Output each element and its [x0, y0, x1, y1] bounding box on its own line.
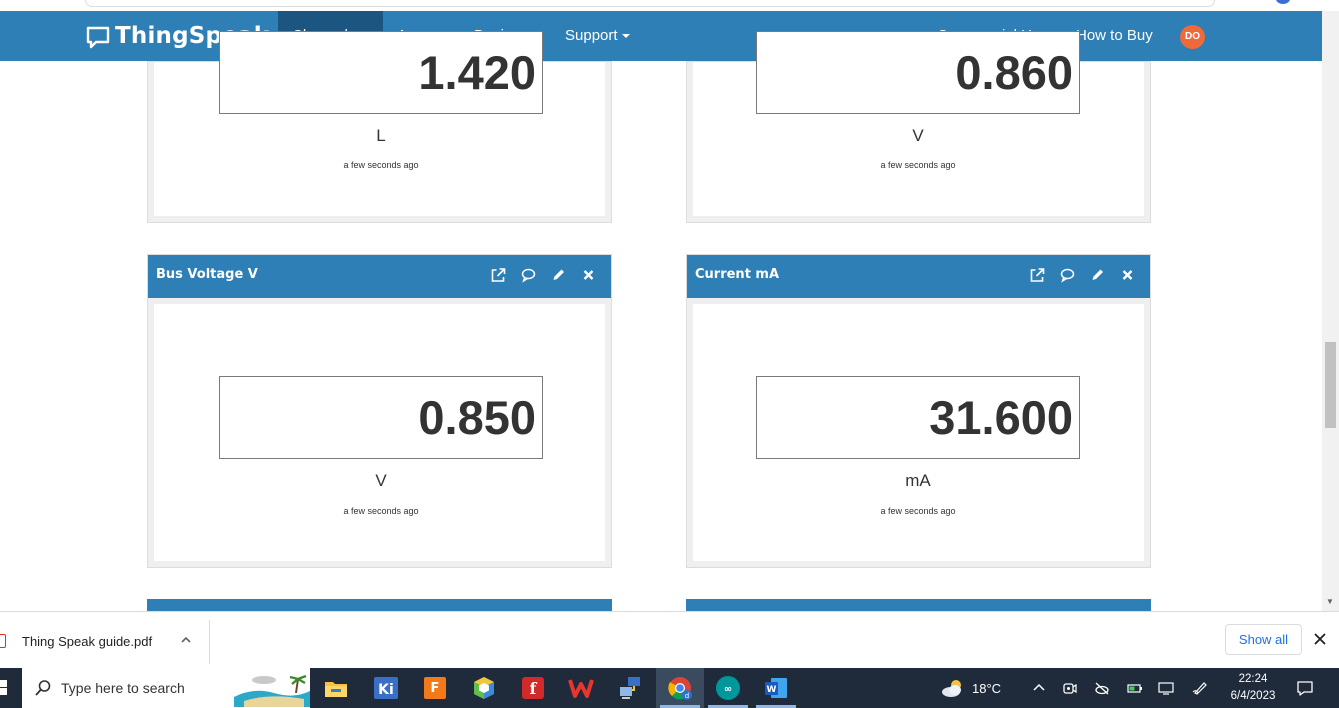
- screen: ThingSpeak ™ Channels Apps Devices Suppo…: [0, 0, 1339, 708]
- nav-how-to-buy[interactable]: How to Buy: [1076, 11, 1153, 61]
- taskbar-clock[interactable]: 22:24 6/4/2023: [1222, 671, 1284, 705]
- battery-charging-icon[interactable]: [1127, 680, 1143, 696]
- arduino-icon[interactable]: ∞: [708, 674, 748, 708]
- numeric-display: 31.600: [756, 376, 1080, 459]
- download-bar: Thing Speak guide.pdf Show all: [0, 611, 1339, 668]
- onedrive-offline-icon[interactable]: [1094, 680, 1110, 696]
- nav-support-label: Support: [565, 27, 618, 44]
- meet-now-icon[interactable]: [1062, 680, 1078, 696]
- scrollbar-thumb[interactable]: [1325, 342, 1336, 428]
- widget-actions: [490, 255, 597, 295]
- chevron-up-icon[interactable]: [1031, 680, 1047, 696]
- widget-body: 1.420 L a few seconds ago: [154, 31, 605, 216]
- fusion-360-icon[interactable]: F: [421, 674, 449, 702]
- wps-office-icon[interactable]: [567, 674, 595, 702]
- widget-header-partial: [147, 599, 612, 611]
- svg-text:Ki: Ki: [378, 682, 394, 698]
- word-icon[interactable]: W: [756, 674, 796, 708]
- widget-title: Bus Voltage V: [156, 267, 258, 282]
- unit-label: mA: [905, 471, 931, 490]
- pencil-icon[interactable]: [550, 267, 567, 283]
- widget-body: 0.850 V a few seconds ago: [154, 304, 605, 561]
- numeric-display: 0.850: [219, 376, 543, 459]
- numeric-display: 1.420: [219, 31, 543, 114]
- browser-toolbar-edge: [0, 0, 1339, 11]
- fritzing-icon[interactable]: f: [519, 674, 547, 702]
- thingspeak-navbar: ThingSpeak ™ Channels Apps Devices Suppo…: [0, 11, 1322, 61]
- chrome-icon[interactable]: d: [660, 674, 700, 708]
- widget-header: Current mA: [687, 255, 1150, 298]
- pdf-file-icon: [0, 634, 6, 648]
- kicad-icon[interactable]: Ki: [372, 674, 400, 702]
- unit-label: V: [375, 471, 387, 490]
- svg-text:f: f: [530, 679, 538, 698]
- clock-date: 6/4/2023: [1230, 690, 1276, 702]
- file-explorer-icon[interactable]: [322, 674, 350, 702]
- widget-actions: [1029, 255, 1136, 295]
- clock-time: 22:24: [1238, 673, 1268, 685]
- comment-icon[interactable]: [1059, 267, 1076, 283]
- pencil-icon[interactable]: [1089, 267, 1106, 283]
- external-link-icon[interactable]: [490, 267, 507, 283]
- close-icon[interactable]: [580, 267, 597, 283]
- caret-down-icon: [621, 34, 630, 39]
- search-placeholder: Type here to search: [61, 680, 185, 696]
- network-icon[interactable]: [1158, 680, 1174, 696]
- widget-card-top-left: 1.420 L a few seconds ago: [147, 31, 612, 223]
- svg-text:d: d: [685, 692, 689, 700]
- page-scrollbar[interactable]: ▼: [1322, 11, 1339, 611]
- widget-header: Bus Voltage V: [148, 255, 611, 298]
- widget-title: Current mA: [695, 267, 780, 282]
- widget-card-top-right: 0.860 V a few seconds ago: [686, 31, 1151, 223]
- widget-body: 31.600 mA a few seconds ago: [693, 304, 1144, 561]
- user-avatar[interactable]: DO: [1180, 25, 1205, 49]
- speech-bubble-logo-icon: [86, 25, 110, 49]
- download-item[interactable]: Thing Speak guide.pdf: [0, 620, 210, 664]
- widget-card-bus-voltage: Bus Voltage V 0.850 V a few seconds ago: [147, 254, 612, 568]
- sketchup-icon[interactable]: [470, 674, 498, 702]
- weather-temperature: 18°C: [972, 680, 1002, 696]
- close-icon[interactable]: [1119, 267, 1136, 283]
- widget-card-current: Current mA 31.600 mA a few seconds ago: [686, 254, 1151, 568]
- weather-widget[interactable]: 18°C: [940, 674, 1001, 702]
- address-bar-edge[interactable]: [85, 0, 1215, 7]
- widget-body: 0.860 V a few seconds ago: [693, 31, 1144, 216]
- svg-text:∞: ∞: [724, 684, 732, 695]
- pen-workspace-icon[interactable]: [1192, 680, 1208, 696]
- external-link-icon[interactable]: [1029, 267, 1046, 283]
- updated-timestamp: a few seconds ago: [343, 506, 419, 516]
- windows-taskbar: Type here to search Ki F f d ∞ W 18°C 22…: [0, 668, 1339, 708]
- download-file-name: Thing Speak guide.pdf: [22, 634, 153, 649]
- taskbar-search-box[interactable]: Type here to search: [22, 668, 310, 708]
- svg-text:F: F: [431, 681, 440, 696]
- unit-label: L: [376, 126, 386, 145]
- chevron-up-icon[interactable]: [180, 633, 192, 645]
- comment-icon[interactable]: [520, 267, 537, 283]
- updated-timestamp: a few seconds ago: [880, 506, 956, 516]
- windows-logo-icon: [0, 680, 7, 695]
- windows-start-button[interactable]: [0, 668, 22, 708]
- scroll-down-arrow-icon[interactable]: ▼: [1326, 597, 1334, 606]
- numeric-display: 0.860: [756, 31, 1080, 114]
- notification-center-icon[interactable]: [1296, 679, 1314, 697]
- updated-timestamp: a few seconds ago: [880, 160, 956, 170]
- search-icon: [34, 679, 52, 697]
- close-icon[interactable]: [1313, 632, 1327, 646]
- unit-label: V: [912, 126, 924, 145]
- widget-header-partial: [686, 599, 1151, 611]
- updated-timestamp: a few seconds ago: [343, 160, 419, 170]
- show-all-button[interactable]: Show all: [1225, 624, 1302, 655]
- partly-cloudy-icon: [940, 677, 966, 699]
- network-tool-icon[interactable]: [616, 674, 644, 702]
- svg-text:W: W: [767, 685, 777, 695]
- browser-profile-icon[interactable]: [1276, 0, 1290, 4]
- search-highlight-beach-icon: [234, 671, 310, 707]
- nav-support[interactable]: Support: [565, 11, 630, 61]
